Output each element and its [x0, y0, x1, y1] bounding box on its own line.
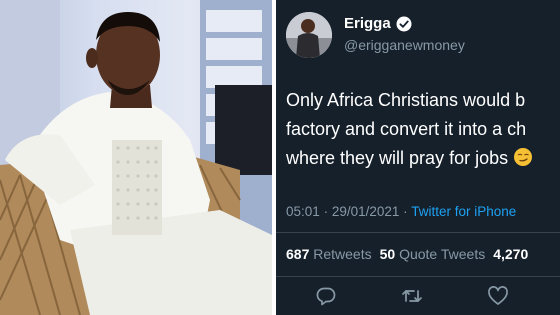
display-name[interactable]: Erigga [344, 15, 391, 32]
tweet-meta: 05:01 · 29/01/2021 · Twitter for iPhone [286, 204, 516, 219]
likes-count: 4,270 [493, 246, 529, 262]
tweet-stats: 687 Retweets 50 Quote Tweets 4,270 [286, 246, 528, 262]
quote-tweets-label: Quote Tweets [399, 246, 486, 262]
retweets-stat[interactable]: 687 Retweets [286, 246, 372, 262]
smirk-emoji-icon [514, 148, 533, 166]
likes-stat[interactable]: 4,270 [493, 246, 528, 262]
display-name-row[interactable]: Erigga [344, 15, 412, 32]
verified-badge-icon [396, 16, 412, 32]
tweet-date[interactable]: 29/01/2021 [332, 204, 400, 219]
meta-separator: · [403, 204, 408, 219]
tweet-time[interactable]: 05:01 [286, 204, 320, 219]
tweet-card: Erigga @erigganewmoney Only Africa Chris… [276, 0, 560, 315]
tweet-source-link[interactable]: Twitter for iPhone [411, 204, 516, 219]
person-photo [0, 0, 272, 315]
retweet-icon[interactable] [400, 284, 424, 308]
avatar[interactable] [286, 12, 332, 58]
tweet-text-line: where they will pray for jobs [286, 148, 509, 168]
divider [276, 276, 560, 277]
tweet-text: Only Africa Christians would b factory a… [286, 86, 533, 173]
meta-separator: · [323, 204, 329, 219]
retweets-count: 687 [286, 246, 310, 262]
quote-tweets-count: 50 [379, 246, 396, 262]
tweet-text-line-last: where they will pray for jobs [286, 144, 533, 173]
quote-tweets-stat[interactable]: 50 Quote Tweets [380, 246, 486, 262]
reply-icon[interactable] [314, 284, 338, 308]
divider [276, 232, 560, 233]
tweet-actions [276, 284, 560, 308]
retweets-label: Retweets [313, 246, 372, 262]
heart-icon[interactable] [486, 284, 510, 308]
user-handle[interactable]: @erigganewmoney [344, 37, 465, 53]
photo-panel [0, 0, 272, 315]
tweet-text-line: Only Africa Christians would b [286, 90, 526, 110]
tweet-text-line: factory and convert it into a ch [286, 119, 527, 139]
